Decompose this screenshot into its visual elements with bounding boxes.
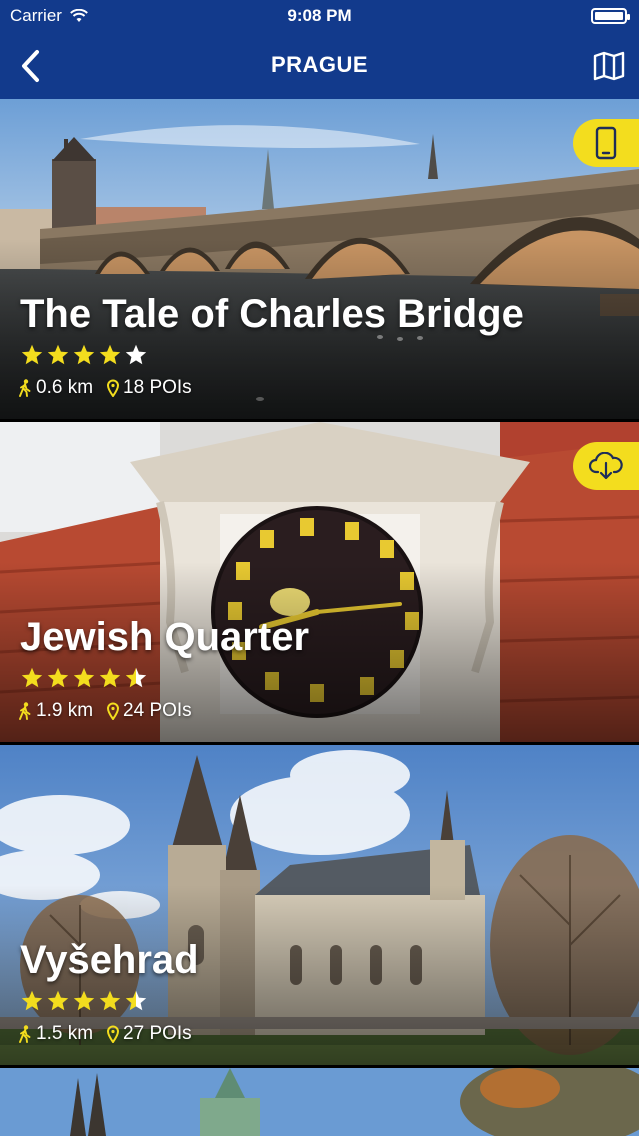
location-pin-icon — [107, 702, 120, 720]
tour-pois: 27 POIs — [123, 1023, 192, 1044]
top-bar: Carrier 9:08 PM PRAGUE — [0, 0, 639, 99]
status-time: 9:08 PM — [287, 6, 352, 25]
star-icon — [47, 667, 69, 688]
download-tour-badge[interactable] — [573, 442, 639, 490]
tour-meta: 1.5 km 27 POIs — [18, 1023, 206, 1045]
rating-stars — [20, 666, 148, 690]
star-icon — [99, 344, 121, 365]
star-icon — [99, 667, 121, 688]
battery-icon — [591, 8, 630, 24]
star-icon — [47, 344, 69, 365]
star-icon — [125, 667, 147, 688]
location-pin-icon — [107, 379, 120, 397]
star-icon — [99, 990, 121, 1011]
tour-card-charles-bridge[interactable]: The Tale of Charles Bridge 0.6 km 18 POI… — [0, 99, 639, 419]
tour-meta: 0.6 km 18 POIs — [18, 377, 206, 399]
rating-stars — [20, 989, 148, 1013]
tour-meta: 1.9 km 24 POIs — [18, 700, 206, 722]
walking-icon — [19, 702, 31, 720]
tour-distance: 1.5 km — [36, 1023, 94, 1044]
star-icon — [73, 990, 95, 1011]
tour-title: Jewish Quarter — [20, 615, 310, 659]
tour-distance: 1.9 km — [36, 700, 94, 721]
map-icon — [593, 51, 625, 81]
tour-card-jewish-quarter[interactable]: Jewish Quarter 1.9 km 24 POIs — [0, 422, 639, 742]
tour-distance: 0.6 km — [36, 377, 94, 398]
tour-pois: 24 POIs — [123, 700, 192, 721]
tour-card-partial[interactable] — [0, 1068, 639, 1136]
status-bar: Carrier 9:08 PM — [0, 0, 639, 34]
location-pin-icon — [107, 1025, 120, 1043]
walking-icon — [19, 1025, 31, 1043]
tour-card-vysehrad[interactable]: Vyšehrad 1.5 km 27 POIs — [0, 745, 639, 1065]
map-button[interactable] — [589, 48, 629, 84]
page-title: PRAGUE — [270, 52, 369, 77]
star-icon — [73, 667, 95, 688]
tour-photo — [0, 1068, 639, 1136]
tour-title: The Tale of Charles Bridge — [20, 292, 524, 336]
navigation-bar: PRAGUE — [0, 34, 639, 99]
star-icon — [21, 344, 43, 365]
star-icon — [21, 667, 43, 688]
rating-stars — [20, 343, 148, 367]
star-icon — [47, 990, 69, 1011]
tour-title: Vyšehrad — [20, 938, 199, 982]
tour-pois: 18 POIs — [123, 377, 192, 398]
walking-icon — [19, 379, 31, 397]
star-icon — [73, 344, 95, 365]
phone-icon — [595, 126, 617, 160]
star-icon — [125, 990, 147, 1011]
cloud-download-icon — [589, 452, 623, 480]
star-icon — [21, 990, 43, 1011]
star-icon — [125, 344, 147, 365]
offline-available-badge[interactable] — [573, 119, 639, 167]
